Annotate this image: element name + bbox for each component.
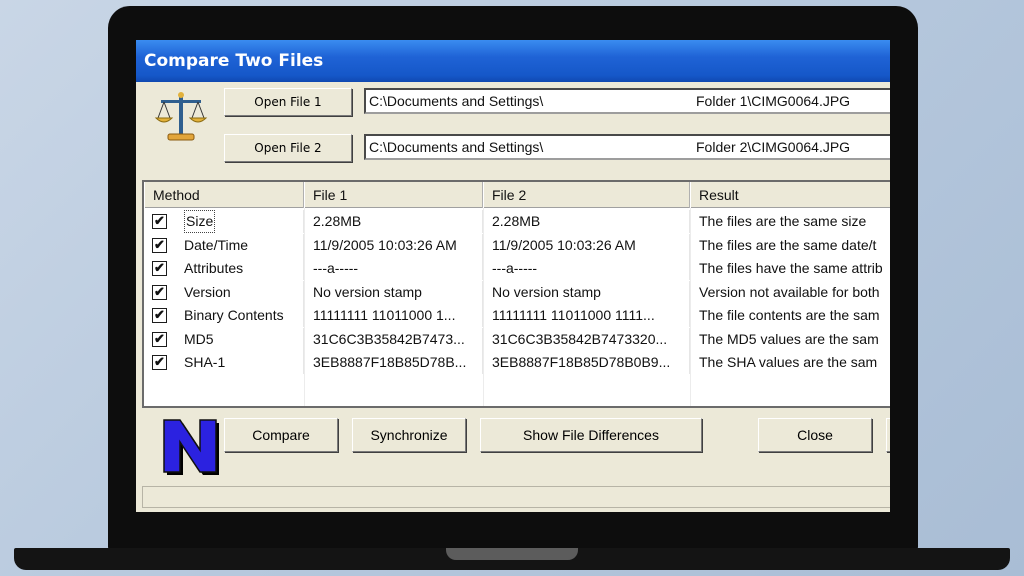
table-row[interactable]: ✔ Version No version stamp No version stamp…	[144, 280, 890, 304]
file-row-2: Open File 2 C:\Documents and Settings\ F…	[136, 134, 890, 166]
file-1-path-field[interactable]: C:\Documents and Settings\ Folder 1\CIMG…	[364, 88, 890, 114]
method-label: Binary Contents	[184, 307, 284, 323]
file-2-cell: ---a-----	[483, 257, 690, 280]
file-1-path-left: C:\Documents and Settings\	[369, 93, 544, 109]
file-2-cell: 31C6C3B35842B7473320...	[483, 327, 690, 351]
result-cell: The files are the same date/t	[690, 234, 890, 257]
method-checkbox[interactable]: ✔	[152, 284, 167, 300]
method-label: Version	[184, 283, 231, 300]
table-row[interactable]: ✔ Attributes ---a----- ---a----- The files h…	[144, 257, 890, 280]
result-cell: The files have the same attrib	[690, 257, 890, 280]
method-label: SHA-1	[184, 354, 226, 370]
method-checkbox[interactable]: ✔	[152, 355, 167, 370]
method-checkbox[interactable]: ✔	[152, 237, 167, 253]
show-file-differences-button[interactable]: Show File Differences	[480, 418, 702, 452]
file-1-cell: No version stamp	[304, 280, 483, 304]
file-1-cell: 31C6C3B35842B7473...	[304, 327, 483, 351]
table-row[interactable]: ✔ SHA-1 3EB8887F18B85D78B... 3EB8887F18B85D…	[144, 351, 890, 374]
method-label: Date/Time	[184, 236, 249, 253]
file-2-path-right: Folder 2\CIMG0064.JPG	[696, 139, 851, 155]
method-cell: ✔ SHA-1	[144, 351, 304, 374]
result-cell: The file contents are the sam	[690, 304, 890, 327]
file-2-cell: No version stamp	[483, 280, 690, 304]
result-cell: Version not available for both	[690, 281, 890, 304]
n-logo	[163, 419, 219, 475]
table-header: Method File 1 File 2 Result	[144, 182, 890, 208]
method-cell: ✔ Attributes	[144, 257, 304, 280]
method-checkbox[interactable]: ✔	[152, 214, 167, 229]
status-bar	[142, 486, 890, 508]
result-cell: The MD5 values are the sam	[690, 328, 890, 351]
method-cell: ✔ Date/Time	[144, 233, 304, 257]
file-1-cell: 2.28MB	[304, 210, 483, 233]
method-label: Attributes	[184, 260, 244, 276]
column-header-method[interactable]: Method	[144, 182, 304, 208]
close-button[interactable]: Close	[758, 418, 872, 452]
open-file-1-button[interactable]: Open File 1	[224, 88, 352, 116]
method-cell: ✔ Size	[144, 210, 304, 233]
table-row[interactable]: ✔ Date/Time 11/9/2005 10:03:26 AM 11/9/2005…	[144, 233, 890, 257]
column-header-file-1[interactable]: File 1	[304, 182, 483, 208]
compare-button[interactable]: Compare	[224, 418, 338, 452]
result-cell: The files are the same size	[690, 210, 890, 233]
method-label: MD5	[184, 330, 214, 347]
laptop-notch	[446, 548, 578, 560]
file-row-1: Open File 1 C:\Documents and Settings\ F…	[136, 88, 890, 120]
table-row[interactable]: ✔ Binary Contents 11111111 11011000 1... 11…	[144, 304, 890, 327]
column-header-result[interactable]: Result	[690, 182, 890, 208]
extra-button-edge[interactable]	[886, 418, 890, 452]
column-header-file-2[interactable]: File 2	[483, 182, 690, 208]
comparison-table: Method File 1 File 2 Result ✔ Size 2.28MB 2…	[142, 180, 890, 408]
result-cell: The SHA values are the sam	[690, 351, 890, 374]
method-checkbox[interactable]: ✔	[152, 308, 167, 323]
file-2-path-left: C:\Documents and Settings\	[369, 139, 544, 155]
file-1-path-right: Folder 1\CIMG0064.JPG	[696, 93, 851, 109]
method-cell: ✔ MD5	[144, 327, 304, 351]
table-row[interactable]: ✔ Size 2.28MB 2.28MB The files are the same …	[144, 210, 890, 233]
file-1-cell: 11/9/2005 10:03:26 AM	[304, 233, 483, 257]
method-checkbox[interactable]: ✔	[152, 261, 167, 276]
synchronize-button[interactable]: Synchronize	[352, 418, 466, 452]
file-2-cell: 3EB8887F18B85D78B0B9...	[483, 351, 690, 374]
method-cell: ✔ Binary Contents	[144, 304, 304, 327]
file-1-cell: 3EB8887F18B85D78B...	[304, 351, 483, 374]
file-2-cell: 11/9/2005 10:03:26 AM	[483, 233, 690, 257]
open-file-2-button[interactable]: Open File 2	[224, 134, 352, 162]
file-1-cell: 11111111 11011000 1...	[304, 304, 483, 327]
method-cell: ✔ Version	[144, 280, 304, 304]
screen: Compare Two Files Open File 1 C:\Documen…	[136, 40, 890, 512]
file-2-cell: 11111111 11011000 1111...	[483, 304, 690, 327]
method-label: Size	[184, 210, 216, 233]
window-title: Compare Two Files	[136, 40, 890, 82]
file-1-cell: ---a-----	[304, 257, 483, 280]
table-row[interactable]: ✔ MD5 31C6C3B35842B7473... 31C6C3B35842B747…	[144, 327, 890, 351]
method-checkbox[interactable]: ✔	[152, 331, 167, 347]
file-2-path-field[interactable]: C:\Documents and Settings\ Folder 2\CIMG…	[364, 134, 890, 160]
file-2-cell: 2.28MB	[483, 210, 690, 233]
